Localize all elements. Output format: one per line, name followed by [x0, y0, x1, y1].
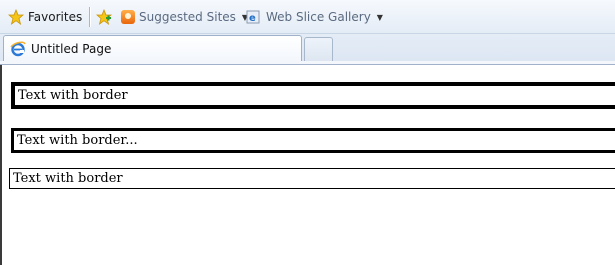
- chevron-down-icon: ▼: [376, 12, 383, 22]
- web-slice-gallery-label: Web Slice Gallery: [266, 10, 371, 24]
- tab-row: Untitled Page: [0, 34, 615, 61]
- favorites-bar: Favorites Suggested Sites ▼ e Web Slice …: [0, 0, 615, 34]
- web-slice-icon: e: [246, 10, 260, 24]
- add-favorite-star-icon: [96, 9, 112, 25]
- page-content: Text with border Text with border... Tex…: [0, 65, 615, 265]
- suggested-sites-label: Suggested Sites: [139, 10, 236, 24]
- bordered-text-box-thick: Text with border: [11, 82, 615, 109]
- bordered-text-box-medium: Text with border...: [11, 128, 615, 153]
- ie-page-icon: [10, 41, 26, 56]
- favorites-button[interactable]: Favorites: [8, 7, 82, 27]
- star-icon: [8, 9, 24, 25]
- add-to-favorites-bar-button[interactable]: [96, 7, 112, 27]
- favorites-label: Favorites: [28, 10, 83, 24]
- svg-text:e: e: [249, 13, 256, 24]
- suggested-sites-button[interactable]: Suggested Sites ▼: [121, 7, 248, 27]
- web-slice-gallery-button[interactable]: e Web Slice Gallery ▼: [246, 7, 383, 27]
- bordered-text-box-thin: Text with border: [9, 168, 615, 189]
- tab-untitled-page[interactable]: Untitled Page: [3, 35, 302, 61]
- new-tab-button[interactable]: [304, 37, 333, 61]
- suggested-sites-icon: [121, 10, 135, 24]
- tab-title: Untitled Page: [31, 41, 112, 56]
- toolbar-separator: [89, 7, 90, 27]
